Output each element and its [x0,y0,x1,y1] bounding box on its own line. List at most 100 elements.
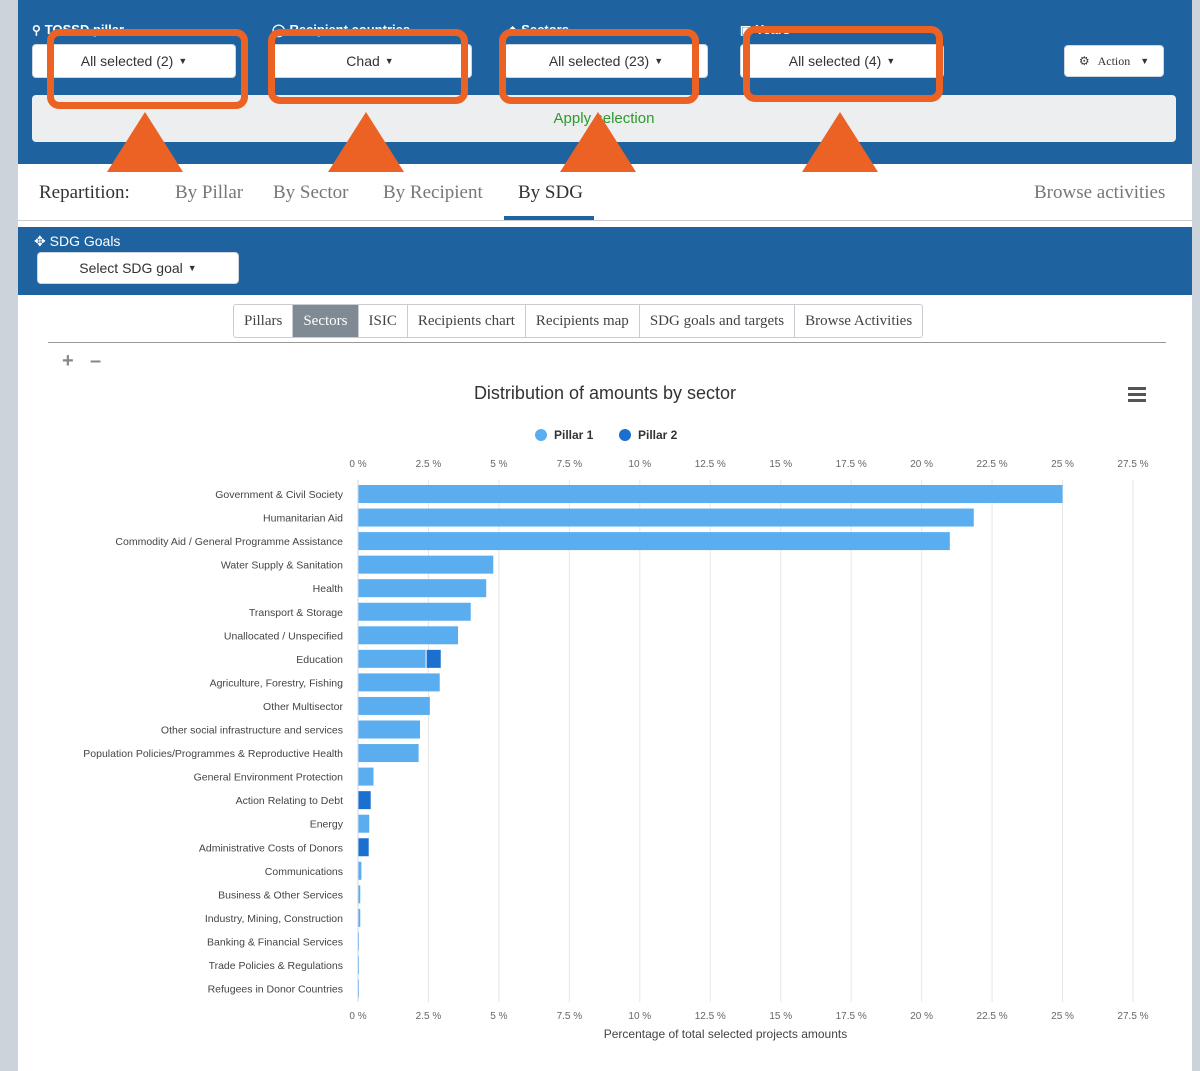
repartition-nav: Repartition: By Pillar By Sector By Reci… [18,166,1192,221]
x-tick-label-bottom: 20 % [910,1011,933,1022]
browse-activities-link[interactable]: Browse activities [1034,182,1165,204]
category-label: Commodity Aid / General Programme Assist… [115,536,343,548]
legend-dot-pillar-2 [619,429,631,441]
x-tick-label-bottom: 25 % [1051,1011,1074,1022]
x-tick-label-bottom: 7.5 % [557,1011,583,1022]
legend-label-pillar-1: Pillar 1 [554,428,594,442]
bar-pillar-1 [358,579,487,598]
category-label: Education [296,654,343,666]
tab-browse-activities[interactable]: Browse Activities [795,305,922,337]
arrow-marker-pillar [107,112,183,172]
x-tick-label-top: 15 % [769,459,792,470]
bar-pillar-2 [358,791,371,810]
category-label: Unallocated / Unspecified [224,630,343,642]
x-tick-label-bottom: 17.5 % [836,1011,867,1022]
bar-pillar-2 [358,838,369,857]
category-label: Communications [265,866,343,878]
category-label: Administrative Costs of Donors [199,842,343,854]
arrow-marker-sectors [560,112,636,172]
category-label: Population Policies/Programmes & Reprodu… [83,748,343,760]
sdg-goal-dropdown-value: Select SDG goal [79,260,183,276]
category-label: Health [313,583,344,595]
bar-pillar-1 [358,696,430,715]
bar-pillar-1 [358,485,1063,503]
x-tick-label-top: 0 % [349,459,366,470]
tab-isic[interactable]: ISIC [359,305,408,337]
arrow-marker-years [802,112,878,172]
legend-item-pillar-1[interactable]: Pillar 1 [535,428,593,442]
x-tick-label-bottom: 0 % [349,1011,366,1022]
x-tick-label-top: 22.5 % [977,459,1008,470]
sdg-goal-dropdown[interactable]: Select SDG goal ▼ [37,252,239,284]
tab-recipients-map[interactable]: Recipients map [526,305,640,337]
move-icon: ✥ [34,233,46,249]
x-tick-label-top: 7.5 % [557,459,583,470]
legend-item-pillar-2[interactable]: Pillar 2 [619,428,677,442]
bar-pillar-1 [358,602,471,621]
legend-label-pillar-2: Pillar 2 [638,428,678,442]
category-label: Water Supply & Sanitation [221,560,343,572]
tab-recipients-chart[interactable]: Recipients chart [408,305,526,337]
category-label: Trade Policies & Regulations [209,960,343,972]
category-label: Business & Other Services [218,889,343,901]
category-label: Industry, Mining, Construction [205,913,343,925]
category-label: Action Relating to Debt [236,795,343,807]
category-label: Humanitarian Aid [263,513,343,525]
x-tick-label-bottom: 5 % [490,1011,507,1022]
chart-menu-icon[interactable] [1128,387,1146,405]
repartition-label: Repartition: [39,182,130,203]
category-label: Refugees in Donor Countries [208,984,343,996]
nav-by-sector[interactable]: By Sector [273,182,348,204]
action-button[interactable]: ⚙ Action ▼ [1064,45,1164,77]
x-tick-label-bottom: 10 % [628,1011,651,1022]
category-label: Energy [310,819,344,831]
chart-title: Distribution of amounts by sector [473,383,737,403]
nav-by-sdg[interactable]: By SDG [518,182,583,204]
tab-sdg-goals-targets[interactable]: SDG goals and targets [640,305,796,337]
bar-pillar-1 [358,861,362,880]
tab-pillars[interactable]: Pillars [234,305,294,337]
bar-pillar-1 [358,649,426,668]
category-label: Government & Civil Society [215,489,344,501]
search-icon: ⚲ [32,23,41,37]
x-tick-label-bottom: 12.5 % [695,1011,726,1022]
x-tick-label-bottom: 27.5 % [1117,1011,1148,1022]
highlight-box-pillar [47,29,248,109]
highlight-box-recipient [268,29,468,104]
nav-by-pillar[interactable]: By Pillar [175,182,243,204]
bar-pillar-1 [358,508,974,527]
highlight-box-years [743,26,943,102]
bar-pillar-1 [358,532,950,551]
bar-pillar-1 [358,744,419,763]
category-label: Transport & Storage [249,607,343,619]
bar-pillar-1 [358,555,494,574]
x-tick-label-top: 17.5 % [836,459,867,470]
bar-pillar-1 [358,626,459,645]
x-tick-label-top: 25 % [1051,459,1074,470]
sdg-goals-label: ✥ SDG Goals [34,233,121,249]
category-label: General Environment Protection [194,772,344,784]
bar-pillar-1 [358,673,440,692]
x-tick-label-top: 2.5 % [416,459,442,470]
x-tick-label-bottom: 22.5 % [977,1011,1008,1022]
category-label: Agriculture, Forestry, Fishing [210,677,344,689]
tab-sectors[interactable]: Sectors [293,305,359,337]
arrow-marker-recipient [328,112,404,172]
action-label: Action [1097,53,1131,68]
category-label: Other social infrastructure and services [161,725,343,737]
x-tick-label-top: 27.5 % [1117,459,1148,470]
x-axis-title: Percentage of total selected projects am… [604,1027,847,1041]
zoom-out-icon[interactable]: – [90,350,101,373]
active-tab-indicator [504,216,594,220]
bar-pillar-1 [358,814,370,833]
app-frame: ⚲ TOSSD pillar ◯ Recipient countries ◆ Sect… [18,0,1192,1071]
bar-pillar-1 [358,767,374,786]
bar-pillar-2 [426,649,441,668]
sector-bar-chart: 0 % 0 % 2.5 % 2.5 % 5 % 5 % 7.5 % 7.5 % 10 % 10 %… [83,459,1148,1041]
x-tick-label-top: 12.5 % [695,459,726,470]
x-tick-label-top: 20 % [910,459,933,470]
x-tick-label-bottom: 2.5 % [416,1011,442,1022]
nav-by-recipient[interactable]: By Recipient [383,182,483,204]
x-tick-label-top: 5 % [490,459,507,470]
zoom-in-icon[interactable]: + [62,350,74,373]
